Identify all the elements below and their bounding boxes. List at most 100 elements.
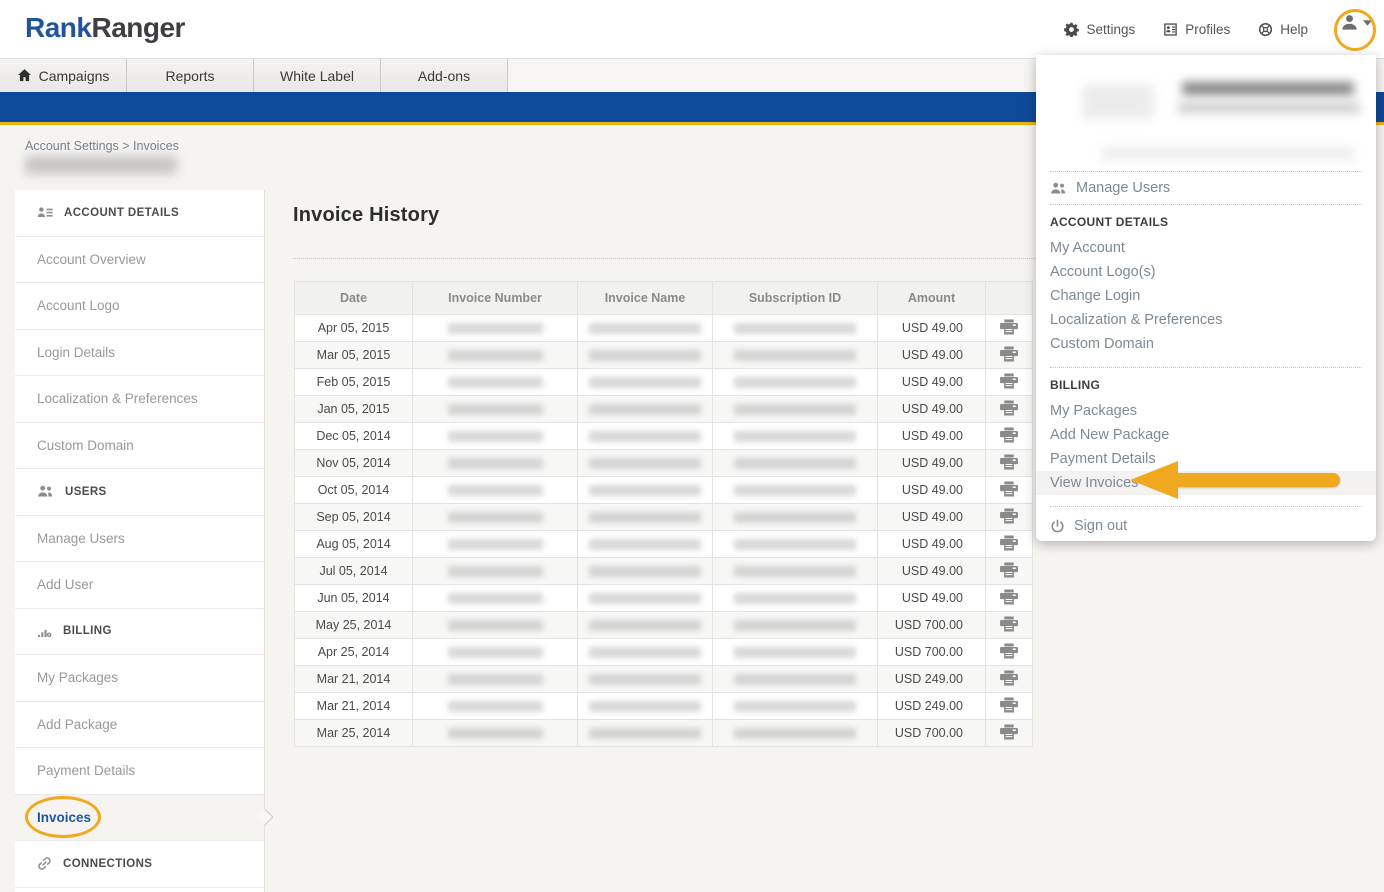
redacted-value bbox=[734, 431, 856, 442]
redacted-value bbox=[589, 485, 701, 496]
print-invoice-button[interactable] bbox=[999, 643, 1019, 659]
tab-white-label[interactable]: White Label bbox=[254, 59, 381, 92]
print-invoice-button[interactable] bbox=[999, 400, 1019, 416]
user-menu-item-custom-domain[interactable]: Custom Domain bbox=[1050, 332, 1362, 356]
redacted-value bbox=[448, 593, 543, 604]
user-menu-item-account-logo-s[interactable]: Account Logo(s) bbox=[1050, 260, 1362, 284]
print-invoice-button[interactable] bbox=[999, 346, 1019, 362]
invoice-date-cell: Aug 05, 2014 bbox=[295, 531, 413, 558]
sidebar-item-payment-details[interactable]: Payment Details bbox=[15, 748, 264, 795]
header-menu-label: Settings bbox=[1086, 22, 1135, 37]
sidebar-section-account-details: ACCOUNT DETAILS bbox=[15, 190, 264, 237]
user-menu-section-title: ACCOUNT DETAILS bbox=[1050, 215, 1362, 229]
print-invoice-button[interactable] bbox=[999, 373, 1019, 389]
invoice-amount-cell: USD 49.00 bbox=[878, 585, 986, 612]
breadcrumb[interactable]: Account Settings > Invoices bbox=[25, 139, 179, 153]
sidebar-item-label: Invoices bbox=[37, 810, 91, 825]
user-menu-item-change-login[interactable]: Change Login bbox=[1050, 284, 1362, 308]
sidebar-item-add-package[interactable]: Add Package bbox=[15, 702, 264, 749]
sign-out-button[interactable]: Sign out bbox=[1050, 507, 1362, 541]
sidebar-item-manage-users[interactable]: Manage Users bbox=[15, 516, 264, 563]
sidebar-item-label: Add User bbox=[37, 577, 93, 592]
print-invoice-button[interactable] bbox=[999, 454, 1019, 470]
invoice-print-cell bbox=[986, 504, 1033, 531]
invoice-date-cell: Jan 05, 2015 bbox=[295, 396, 413, 423]
print-invoice-button[interactable] bbox=[999, 616, 1019, 632]
user-menu-item-view-invoices[interactable]: View Invoices bbox=[1036, 471, 1376, 495]
invoice-amount-cell: USD 700.00 bbox=[878, 612, 986, 639]
print-invoice-button[interactable] bbox=[999, 589, 1019, 605]
redacted-cell-subscription-id bbox=[713, 612, 878, 639]
redacted-cell-invoice-number bbox=[413, 720, 578, 747]
tab-label: Reports bbox=[165, 68, 214, 84]
tab-campaigns[interactable]: Campaigns bbox=[0, 59, 127, 92]
sidebar-item-account-logo[interactable]: Account Logo bbox=[15, 283, 264, 330]
invoice-print-cell bbox=[986, 477, 1033, 504]
sidebar-item-label: Custom Domain bbox=[37, 438, 134, 453]
invoice-print-cell bbox=[986, 342, 1033, 369]
sidebar-item-login-details[interactable]: Login Details bbox=[15, 330, 264, 377]
caret-down-icon bbox=[1363, 20, 1372, 26]
sidebar-item-custom-domain[interactable]: Custom Domain bbox=[15, 423, 264, 470]
redacted-value bbox=[734, 377, 856, 388]
sidebar-item-localization-preferences[interactable]: Localization & Preferences bbox=[15, 376, 264, 423]
user-menu-section-billing: BILLINGMy PackagesAdd New PackagePayment… bbox=[1050, 368, 1362, 506]
page-title: Invoice History bbox=[293, 204, 439, 227]
help-globe-icon bbox=[1258, 22, 1273, 37]
redacted-cell-invoice-name bbox=[578, 666, 713, 693]
user-menu-item-localization-preferences[interactable]: Localization & Preferences bbox=[1050, 308, 1362, 332]
redacted-value bbox=[589, 512, 701, 523]
redacted-value bbox=[734, 539, 856, 550]
logo-ranger: Ranger bbox=[91, 12, 184, 43]
invoice-print-cell bbox=[986, 585, 1033, 612]
sidebar-item-invoices[interactable]: Invoices bbox=[15, 795, 264, 842]
tab-reports[interactable]: Reports bbox=[127, 59, 254, 92]
print-invoice-button[interactable] bbox=[999, 562, 1019, 578]
redacted-cell-invoice-number bbox=[413, 504, 578, 531]
print-invoice-button[interactable] bbox=[999, 319, 1019, 335]
table-row: Oct 05, 2014USD 49.00 bbox=[295, 477, 1033, 504]
user-menu-item-payment-details[interactable]: Payment Details bbox=[1050, 447, 1362, 471]
table-row: Nov 05, 2014USD 49.00 bbox=[295, 450, 1033, 477]
user-avatar-button[interactable] bbox=[1340, 13, 1372, 32]
sidebar-item-add-user[interactable]: Add User bbox=[15, 562, 264, 609]
redacted-cell-subscription-id bbox=[713, 558, 878, 585]
logo-rank: Rank bbox=[25, 12, 91, 43]
print-invoice-button[interactable] bbox=[999, 427, 1019, 443]
user-menu-item-my-packages[interactable]: My Packages bbox=[1050, 399, 1362, 423]
print-invoice-button[interactable] bbox=[999, 697, 1019, 713]
redacted-cell-invoice-name bbox=[578, 693, 713, 720]
redacted-cell-subscription-id bbox=[713, 639, 878, 666]
header-menu-item-profiles[interactable]: Profiles bbox=[1163, 22, 1230, 37]
invoice-date-cell: Apr 25, 2014 bbox=[295, 639, 413, 666]
invoice-table-header: DateInvoice NumberInvoice NameSubscripti… bbox=[295, 282, 1033, 315]
sidebar-item-label: Add Package bbox=[37, 717, 117, 732]
user-menu-account-header bbox=[1050, 55, 1362, 171]
table-row: Mar 21, 2014USD 249.00 bbox=[295, 693, 1033, 720]
print-invoice-button[interactable] bbox=[999, 535, 1019, 551]
user-menu-item-add-new-package[interactable]: Add New Package bbox=[1050, 423, 1362, 447]
sidebar-item-account-overview[interactable]: Account Overview bbox=[15, 237, 264, 284]
redacted-value bbox=[448, 674, 543, 685]
rankranger-logo[interactable]: RankRanger bbox=[25, 12, 185, 44]
redacted-cell-invoice-number bbox=[413, 477, 578, 504]
table-row: Sep 05, 2014USD 49.00 bbox=[295, 504, 1033, 531]
redacted-cell-invoice-number bbox=[413, 531, 578, 558]
user-menu-item-manage-users[interactable]: Manage Users bbox=[1050, 172, 1362, 204]
tab-add-ons[interactable]: Add-ons bbox=[381, 59, 508, 92]
print-invoice-button[interactable] bbox=[999, 508, 1019, 524]
header-menu-label: Help bbox=[1280, 22, 1308, 37]
print-invoice-button[interactable] bbox=[999, 481, 1019, 497]
people-icon bbox=[1050, 182, 1067, 195]
header-menu-item-settings[interactable]: Settings bbox=[1064, 22, 1135, 37]
account-name-redacted bbox=[25, 156, 177, 174]
sidebar-item-my-packages[interactable]: My Packages bbox=[15, 655, 264, 702]
invoice-amount-cell: USD 249.00 bbox=[878, 666, 986, 693]
print-invoice-button[interactable] bbox=[999, 670, 1019, 686]
redacted-cell-subscription-id bbox=[713, 396, 878, 423]
user-menu-item-my-account[interactable]: My Account bbox=[1050, 236, 1362, 260]
user-icon bbox=[1340, 13, 1359, 32]
print-invoice-button[interactable] bbox=[999, 724, 1019, 740]
redacted-value bbox=[448, 701, 543, 712]
header-menu-item-help[interactable]: Help bbox=[1258, 22, 1308, 37]
